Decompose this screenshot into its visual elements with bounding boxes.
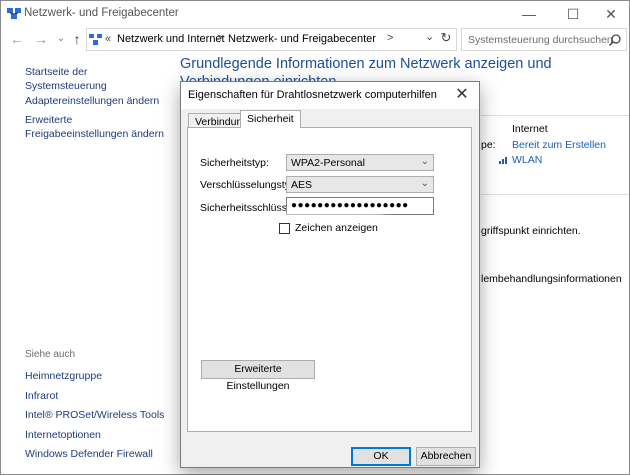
breadcrumb-network-internet[interactable]: Netzwerk und Internet <box>117 33 225 45</box>
breadcrumb-network-center[interactable]: Netzwerk- und Freigabecenter <box>228 33 376 45</box>
minimize-button[interactable]: — <box>509 1 549 27</box>
title-bar: Netzwerk- und Freigabecenter — ☐ ✕ <box>1 1 629 27</box>
tab-security[interactable]: Sicherheit <box>240 110 301 128</box>
breadcrumb-overflow[interactable]: « <box>105 33 111 45</box>
search-input[interactable]: Systemsteuerung durchsuchen <box>461 28 627 51</box>
troubleshoot-text: lembehandlungsinformationen <box>481 273 622 285</box>
security-key-field[interactable]: ●●●●●●●●●●●●●●●●●● <box>286 197 434 215</box>
encryption-type-select[interactable]: AES ⌄ <box>286 176 434 193</box>
network-center-icon <box>7 8 21 19</box>
security-tab-panel: Sicherheitstyp: WPA2-Personal ⌄ Verschlü… <box>187 127 472 432</box>
up-arrow-icon[interactable]: ↑ <box>69 31 85 47</box>
navigation-bar: ← → ⌄ ↑ « Netzwerk und Internet > Netzwe… <box>1 27 629 53</box>
security-type-select[interactable]: WPA2-Personal ⌄ <box>286 154 434 171</box>
security-type-value: WPA2-Personal <box>291 157 365 169</box>
close-button[interactable]: ✕ <box>591 1 629 27</box>
address-bar[interactable]: « Netzwerk und Internet > Netzwerk- und … <box>86 28 457 51</box>
homegroup-link[interactable]: Bereit zum Erstellen <box>512 139 606 151</box>
sidebar-link-infrared[interactable]: Infrarot <box>25 389 58 403</box>
homegroup-label: pe: <box>481 139 496 151</box>
access-type-value: Internet <box>512 123 548 135</box>
sidebar-link-firewall[interactable]: Windows Defender Firewall <box>25 447 153 461</box>
dialog-close-icon[interactable]: ✕ <box>452 85 472 105</box>
cancel-button[interactable]: Abbrechen <box>416 447 476 466</box>
breadcrumb-separator[interactable]: > <box>387 32 393 44</box>
address-dropdown-icon[interactable]: ⌄ <box>425 30 434 43</box>
see-also-heading: Siehe auch <box>25 349 76 360</box>
divider <box>481 115 629 116</box>
wlan-connection-link[interactable]: WLAN <box>512 154 542 166</box>
window-title: Netzwerk- und Freigabecenter <box>24 7 179 19</box>
forward-arrow-icon[interactable]: → <box>33 31 49 47</box>
control-panel-icon <box>89 34 102 45</box>
chevron-down-icon: ⌄ <box>420 156 429 167</box>
breadcrumb-separator[interactable]: > <box>217 32 223 44</box>
chevron-down-icon: ⌄ <box>420 178 429 189</box>
search-placeholder: Systemsteuerung durchsuchen <box>468 34 613 46</box>
setup-connection-text: griffspunkt einrichten. <box>481 225 581 237</box>
sidebar: Startseite der Systemsteuerung Adapterei… <box>1 53 171 474</box>
advanced-settings-button[interactable]: Erweiterte Einstellungen <box>201 360 315 392</box>
sidebar-link-homegroup[interactable]: Heimnetzgruppe <box>25 369 102 383</box>
sidebar-link-internet-options[interactable]: Internetoptionen <box>25 428 101 442</box>
search-icon[interactable] <box>608 33 622 47</box>
refresh-icon[interactable]: ↻ <box>438 30 454 46</box>
ok-button[interactable]: OK <box>351 447 411 466</box>
sidebar-link-adapter-settings[interactable]: Adaptereinstellungen ändern <box>25 94 159 108</box>
back-arrow-icon[interactable]: ← <box>9 31 25 47</box>
dialog-title: Eigenschaften für Drahtlosnetzwerk compu… <box>188 89 437 101</box>
show-characters-label[interactable]: Zeichen anzeigen <box>295 222 378 234</box>
wifi-signal-icon <box>499 157 507 164</box>
show-characters-option[interactable]: Zeichen anzeigen <box>271 218 386 240</box>
sidebar-link-intel-proset[interactable]: Intel® PROSet/Wireless Tools <box>25 408 164 422</box>
security-key-label: Sicherheitsschlüssel <box>200 202 296 214</box>
encryption-type-label: Verschlüsselungstyp: <box>200 179 299 191</box>
divider <box>481 194 629 195</box>
encryption-type-value: AES <box>291 179 313 191</box>
sidebar-link-advanced-sharing[interactable]: Erweiterte Freigabeeinstellungen ändern <box>25 113 164 141</box>
show-characters-checkbox[interactable] <box>279 223 290 234</box>
wireless-properties-dialog: Eigenschaften für Drahtlosnetzwerk compu… <box>180 81 480 468</box>
maximize-button[interactable]: ☐ <box>553 1 593 27</box>
recent-locations-icon[interactable]: ⌄ <box>53 31 69 47</box>
security-type-label: Sicherheitstyp: <box>200 157 269 169</box>
sidebar-link-home[interactable]: Startseite der Systemsteuerung <box>25 65 171 93</box>
dialog-title-bar: Eigenschaften für Drahtlosnetzwerk compu… <box>181 82 479 109</box>
